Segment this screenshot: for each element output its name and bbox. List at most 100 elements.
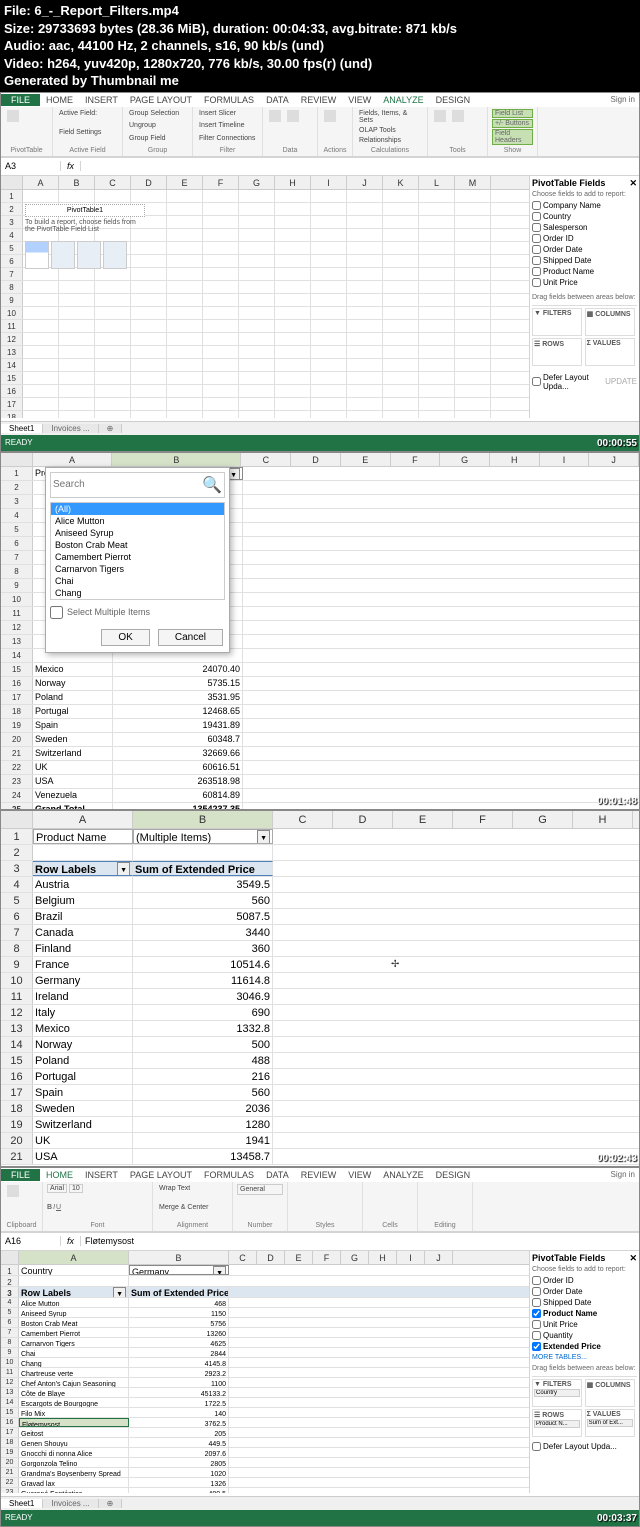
search-icon: 🔍 (202, 475, 222, 495)
field-checkbox[interactable]: Country (532, 211, 637, 222)
fx-icon[interactable]: fx (61, 1236, 81, 1246)
thumbnail-4: FILE HOME INSERT PAGE LAYOUT FORMULAS DA… (0, 1167, 640, 1527)
table-row: 7Camembert Pierrot13260 (1, 1328, 529, 1338)
table-row: 15Mexico24070.40 (1, 663, 639, 677)
field-checkbox[interactable]: Unit Price (532, 277, 637, 288)
table-row: 6Brazil5087.5 (1, 909, 639, 925)
table-row: 14Norway500 (1, 1037, 639, 1053)
field-headers-btn[interactable]: Field Headers (492, 129, 533, 145)
table-row: 11Chartreuse verte2923.2 (1, 1368, 529, 1378)
table-row: 8Finland360 (1, 941, 639, 957)
ribbon-tabs: FILE HOME INSERT PAGE LAYOUT FORMULAS DA… (1, 93, 639, 107)
dropdown-icon: ▼ (257, 830, 270, 844)
table-row: 19Spain19431.89 (1, 719, 639, 733)
table-row: 19Gnocchi di nonna Alice2097.6 (1, 1448, 529, 1458)
table-row: 21Grandma's Boysenberry Spread1020 (1, 1468, 529, 1478)
table-row: 7Canada3440 (1, 925, 639, 941)
table-row: 18Genen Shouyu449.5 (1, 1438, 529, 1448)
table-row: 25Grand Total1354237.35 (1, 803, 639, 809)
dropdown-item[interactable]: Chai (51, 575, 224, 587)
table-row: 10Germany11614.8 (1, 973, 639, 989)
table-row: 23USA263518.98 (1, 775, 639, 789)
cancel-button[interactable]: Cancel (158, 629, 223, 646)
field-checkbox[interactable]: Quantity (532, 1330, 637, 1341)
table-row: 11Ireland3046.9 (1, 989, 639, 1005)
table-row: 4Austria3549.5 (1, 877, 639, 893)
tab-analyze[interactable]: ANALYZE (377, 94, 429, 106)
field-list-btn[interactable]: Field List (492, 109, 533, 118)
tab-insert[interactable]: INSERT (79, 94, 124, 106)
field-checkbox[interactable]: Product Name (532, 1308, 637, 1319)
ok-button[interactable]: OK (101, 629, 149, 646)
search-input[interactable]: 🔍 (50, 472, 225, 498)
thumbnail-2: A B C D E F G H I J 1 Product Name (All)… (0, 452, 640, 810)
table-row: 14Escargots de Bourgogne1722.5 (1, 1398, 529, 1408)
close-icon[interactable]: ✕ (629, 178, 637, 189)
name-box[interactable]: A3 (1, 161, 61, 171)
dropdown-item[interactable]: Alice Mutton (51, 515, 224, 527)
tab-design[interactable]: DESIGN (430, 94, 477, 106)
dropdown-item[interactable]: Aniseed Syrup (51, 527, 224, 539)
table-row: 19Switzerland1280 (1, 1117, 639, 1133)
dropdown-item[interactable]: Chang (51, 587, 224, 599)
table-row: 17Poland3531.95 (1, 691, 639, 705)
table-row: 21USA13458.7 (1, 1149, 639, 1165)
signin-link[interactable]: Sign in (611, 95, 639, 104)
tab-home[interactable]: HOME (40, 94, 79, 106)
field-checkbox[interactable]: Order Date (532, 1286, 637, 1297)
thumbnail-1: FILE HOME INSERT PAGE LAYOUT FORMULAS DA… (0, 92, 640, 452)
new-sheet[interactable]: ⊕ (99, 424, 123, 433)
table-row: 16Norway5735.15 (1, 677, 639, 691)
pivottable-placeholder: PivotTable1 To build a report, choose fi… (25, 204, 145, 269)
table-row: 16Fløtemysost3762.5 (1, 1418, 529, 1428)
active-field: Active Field: (57, 109, 118, 118)
table-row: 22UK60616.51 (1, 761, 639, 775)
dropdown-item[interactable]: Camembert Pierrot (51, 551, 224, 563)
field-checkbox[interactable]: Unit Price (532, 1319, 637, 1330)
dropdown-item[interactable]: (All) (51, 503, 224, 515)
field-checkbox[interactable]: Order ID (532, 233, 637, 244)
table-row: 13Mexico1332.8 (1, 1021, 639, 1037)
table-row: 20Gorgonzola Telino2805 (1, 1458, 529, 1468)
field-checkbox[interactable]: Shipped Date (532, 1297, 637, 1308)
name-box[interactable]: A16 (1, 1236, 61, 1246)
dropdown-item[interactable]: Carnarvon Tigers (51, 563, 224, 575)
fx-icon[interactable]: fx (61, 161, 81, 171)
table-row: 22Gravad lax1326 (1, 1478, 529, 1488)
tab-data[interactable]: DATA (260, 94, 295, 106)
cursor-cross-icon: ✢ (391, 959, 399, 970)
dropdown-item[interactable]: Boston Crab Meat (51, 539, 224, 551)
table-row: 24Venezuela60814.89 (1, 789, 639, 803)
table-row: 23Guaraná Fantástica400.5 (1, 1488, 529, 1493)
close-icon[interactable]: ✕ (629, 1253, 637, 1264)
table-row: 18Sweden2036 (1, 1101, 639, 1117)
sheet-tab-2[interactable]: Invoices ... (43, 424, 98, 433)
field-checkbox[interactable]: Shipped Date (532, 255, 637, 266)
field-checkbox[interactable]: Salesperson (532, 222, 637, 233)
filter-dropdown: 🔍 (All)Alice MuttonAniseed SyrupBoston C… (45, 467, 230, 653)
tab-pagelayout[interactable]: PAGE LAYOUT (124, 94, 198, 106)
table-row: 17Geitost205 (1, 1428, 529, 1438)
filter-value[interactable]: (Multiple Items)▼ (133, 829, 273, 844)
sheet-tab-1[interactable]: Sheet1 (1, 424, 43, 433)
tab-file[interactable]: FILE (1, 94, 40, 106)
thumbnail-3: A B C D E F G H 1 Product Name (Multiple… (0, 810, 640, 1167)
table-row: 9France10514.6 (1, 957, 639, 973)
tab-formulas[interactable]: FORMULAS (198, 94, 260, 106)
table-row: 16Portugal216 (1, 1069, 639, 1085)
buttons-btn[interactable]: +/- Buttons (492, 119, 533, 128)
table-row: 10Chang4145.8 (1, 1358, 529, 1368)
table-row: 21Switzerland32669.66 (1, 747, 639, 761)
field-checkbox[interactable]: Product Name (532, 266, 637, 277)
formula-input[interactable]: Fløtemysost (81, 1236, 639, 1246)
field-settings[interactable]: Field Settings (57, 128, 118, 137)
tab-view[interactable]: VIEW (342, 94, 377, 106)
tab-review[interactable]: REVIEW (295, 94, 343, 106)
field-checkbox[interactable]: Company Name (532, 200, 637, 211)
field-checkbox[interactable]: Order ID (532, 1275, 637, 1286)
table-row: 17Spain560 (1, 1085, 639, 1101)
table-row: 13Côte de Blaye45133.2 (1, 1388, 529, 1398)
table-row: 6Boston Crab Meat5756 (1, 1318, 529, 1328)
field-checkbox[interactable]: Order Date (532, 244, 637, 255)
field-checkbox[interactable]: Extended Price (532, 1341, 637, 1352)
